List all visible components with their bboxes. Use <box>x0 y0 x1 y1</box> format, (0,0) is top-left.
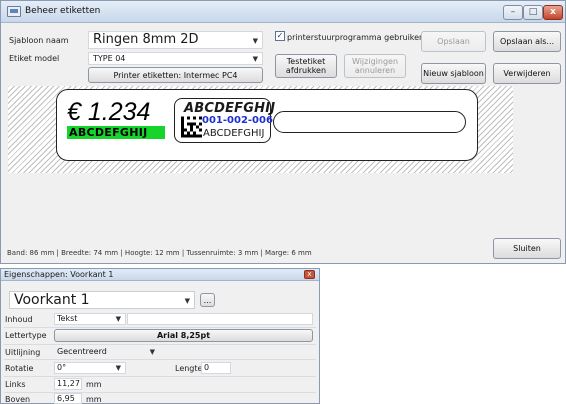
panel-title: Eigenschappen: Voorkant 1 <box>4 270 114 279</box>
uitlijning-select[interactable]: Gecentreerd ▼ <box>54 346 160 358</box>
etiket-select[interactable]: TYPE 04 ▼ <box>88 52 263 65</box>
close-button[interactable]: x <box>543 5 563 20</box>
element-name: Voorkant 1 <box>14 292 90 308</box>
lengte-value: 0 <box>204 363 210 372</box>
label-preview-canvas: € 1.234 ABCDEFGHIJ ABCDEFGHIJ 001-002-00… <box>8 86 513 173</box>
links-value: 11,27 <box>57 379 80 388</box>
datamatrix-icon <box>181 116 202 138</box>
boven-input[interactable]: 6,95 <box>54 393 82 404</box>
sjabloon-label: Sjabloon naam <box>9 36 69 45</box>
verwijderen-button[interactable]: Verwijderen <box>493 63 561 84</box>
opslaan-button[interactable]: Opslaan <box>421 31 486 52</box>
row-separator <box>4 392 316 393</box>
inhoud-select[interactable]: Tekst ▼ <box>54 313 126 325</box>
checkbox-label: printerstuurprogramma gebruiken <box>287 33 425 42</box>
properties-panel: Eigenschappen: Voorkant 1 x Voorkant 1 ▼… <box>0 268 320 404</box>
testetiket-line1: Testetiket <box>286 57 326 66</box>
maximize-button[interactable]: □ <box>523 5 543 20</box>
lettertype-button[interactable]: Arial 8,25pt <box>54 329 313 342</box>
printer-button[interactable]: Printer etiketten: Intermec PC4 <box>88 67 263 83</box>
boven-label: Boven <box>5 395 31 404</box>
chevron-down-icon: ▼ <box>184 297 190 305</box>
label-mid-box[interactable]: ABCDEFGHIJ 001-002-006 ABCDEFGHIJ <box>174 98 275 143</box>
mid-bottom-text[interactable]: ABCDEFGHIJ <box>203 128 264 139</box>
sjabloon-select[interactable]: Ringen 8mm 2D ▼ <box>88 31 263 49</box>
main-window: Beheer etiketten – □ x Sjabloon naam Rin… <box>0 0 566 264</box>
boven-value: 6,95 <box>57 394 75 403</box>
inhoud-label: Inhoud <box>5 315 33 324</box>
window-title: Beheer etiketten <box>25 6 101 16</box>
links-unit: mm <box>86 380 102 389</box>
testetiket-line2: afdrukken <box>285 66 327 75</box>
chevron-down-icon: ▼ <box>252 37 258 45</box>
price-text[interactable]: € 1.234 <box>67 99 150 125</box>
minimize-button[interactable]: – <box>503 5 523 20</box>
rotatie-select[interactable]: 0° ▼ <box>54 362 126 374</box>
rotatie-value: 0° <box>57 363 67 372</box>
row-separator <box>4 359 316 360</box>
sluiten-button[interactable]: Sluiten <box>493 238 561 259</box>
browse-button[interactable]: ... <box>200 293 215 307</box>
wijzigingen-line1: Wijzigingen <box>351 57 399 66</box>
testetiket-button[interactable]: Testetiket afdrukken <box>275 54 337 78</box>
close-icon[interactable]: x <box>304 270 315 279</box>
app-icon <box>7 6 21 17</box>
label-tail <box>273 111 466 133</box>
label-card[interactable]: € 1.234 ABCDEFGHIJ ABCDEFGHIJ 001-002-00… <box>56 89 478 161</box>
opslaan-als-button[interactable]: Opslaan als... <box>493 31 561 52</box>
wijzigingen-button[interactable]: Wijzigingen annuleren <box>344 54 406 78</box>
lengte-input[interactable]: 0 <box>201 362 231 374</box>
printer-driver-checkbox[interactable]: ✓ <box>275 31 285 41</box>
wijzigingen-line2: annuleren <box>354 66 396 75</box>
chevron-down-icon: ▼ <box>115 364 121 372</box>
etiket-value: TYPE 04 <box>93 54 126 63</box>
green-barcode-text[interactable]: ABCDEFGHIJ <box>67 126 165 139</box>
article-code-text[interactable]: 001-002-006 <box>202 115 273 126</box>
uitlijning-label: Uitlijning <box>5 348 41 357</box>
sjabloon-value: Ringen 8mm 2D <box>93 32 199 47</box>
row-separator <box>4 344 316 345</box>
mid-top-text[interactable]: ABCDEFGHIJ <box>184 101 275 116</box>
inhoud-value: Tekst <box>57 314 78 323</box>
nieuw-sjabloon-button[interactable]: Nieuw sjabloon <box>421 63 486 84</box>
chevron-down-icon: ▼ <box>149 348 155 356</box>
inhoud-text-input[interactable] <box>127 313 313 325</box>
panel-title-bar: Eigenschappen: Voorkant 1 x <box>1 269 319 281</box>
lettertype-label: Lettertype <box>5 331 47 340</box>
row-separator <box>4 327 316 328</box>
boven-unit: mm <box>86 395 102 404</box>
element-select[interactable]: Voorkant 1 ▼ <box>9 291 195 309</box>
links-label: Links <box>5 380 26 389</box>
status-bar-text: Band: 86 mm | Breedte: 74 mm | Hoogte: 1… <box>7 249 312 257</box>
row-separator <box>4 376 316 377</box>
rotatie-label: Rotatie <box>5 364 34 373</box>
lengte-label: Lengte <box>175 364 203 373</box>
title-bar: Beheer etiketten – □ x <box>1 1 565 23</box>
etiket-label: Etiket model <box>9 54 60 63</box>
chevron-down-icon: ▼ <box>252 55 258 63</box>
links-input[interactable]: 11,27 <box>54 378 82 390</box>
chevron-down-icon: ▼ <box>115 315 121 323</box>
uitlijning-value: Gecentreerd <box>57 347 107 356</box>
